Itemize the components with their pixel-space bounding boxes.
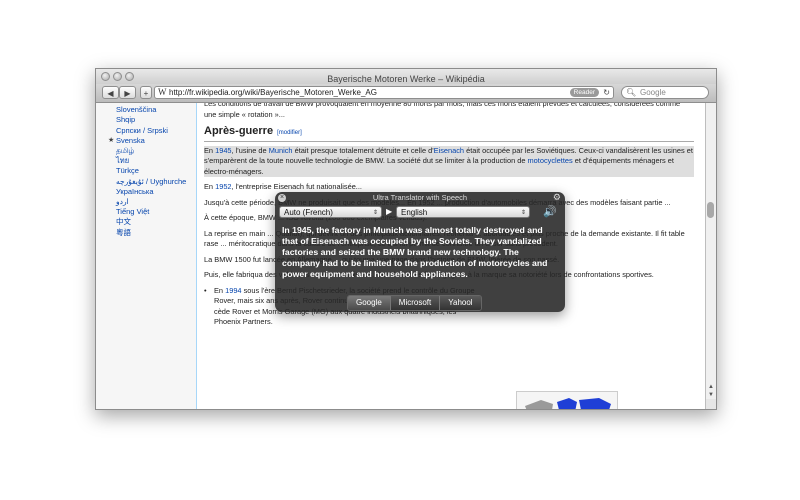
sidebar-language-link[interactable]: Shqip bbox=[116, 115, 186, 125]
back-button[interactable]: ◀ bbox=[102, 86, 119, 99]
link-munich[interactable]: Munich bbox=[269, 146, 293, 155]
link-motocyclettes[interactable]: motocyclettes bbox=[528, 156, 573, 165]
reader-button[interactable]: Reader bbox=[569, 88, 599, 97]
translator-panel: × Ultra Translator with Speech ⚙ Auto (F… bbox=[275, 192, 565, 312]
back-arrow-icon: ◀ bbox=[107, 89, 114, 98]
search-icon: 🔍︎ bbox=[626, 88, 637, 97]
sidebar-language-link[interactable]: ไทย bbox=[116, 156, 186, 166]
world-map-image bbox=[516, 391, 618, 409]
tab-google[interactable]: Google bbox=[348, 296, 391, 310]
paragraph-1952: En 1952, l'entreprise Eisenach fut natio… bbox=[204, 182, 694, 193]
source-language-select[interactable]: Auto (French) ⇕ bbox=[279, 206, 382, 218]
browser-toolbar: ◀ ▶ + W http://fr.wikipedia.org/wiki/Bay… bbox=[96, 84, 716, 103]
sidebar-language-link[interactable]: Српски / Srpski bbox=[116, 126, 186, 136]
map-country-blue bbox=[579, 398, 611, 409]
service-tabs: Google Microsoft Yahool bbox=[347, 295, 482, 311]
forward-button[interactable]: ▶ bbox=[119, 86, 136, 99]
map-country-blue bbox=[557, 398, 577, 409]
sidebar-language-link[interactable]: 中文 bbox=[116, 217, 186, 227]
resize-handle[interactable] bbox=[706, 399, 716, 409]
search-placeholder: Google bbox=[640, 88, 666, 97]
gear-icon[interactable]: ⚙ bbox=[553, 192, 561, 203]
forward-arrow-icon: ▶ bbox=[124, 89, 131, 98]
target-language-select[interactable]: English ⇕ bbox=[396, 206, 530, 218]
tab-yahool[interactable]: Yahool bbox=[440, 296, 481, 310]
vertical-scrollbar[interactable]: ▲ ▼ bbox=[705, 103, 716, 409]
link-1994[interactable]: 1994 bbox=[225, 286, 241, 295]
zoom-window-button[interactable] bbox=[125, 72, 134, 81]
scroll-up-icon[interactable]: ▲ bbox=[707, 383, 715, 391]
paragraph-intro: Les conditions de travail de BMW provoqu… bbox=[204, 103, 681, 119]
sidebar-language-link[interactable]: ئۇيغۇرچە / Uyghurche bbox=[116, 177, 186, 187]
sidebar-language-link[interactable]: Türkçe bbox=[116, 166, 186, 176]
scrollbar-thumb[interactable] bbox=[707, 202, 714, 218]
title-bar[interactable]: Bayerische Motoren Werke – Wikipédia bbox=[96, 69, 716, 84]
select-arrows-icon: ⇕ bbox=[372, 210, 378, 216]
text-run: , l'entreprise Eisenach fut nationalisée… bbox=[231, 182, 362, 191]
text-run: En bbox=[214, 285, 226, 295]
link-eisenach[interactable]: Eisenach bbox=[434, 146, 464, 155]
sidebar-language-link[interactable]: தமிழ் bbox=[116, 146, 186, 156]
address-bar[interactable]: W http://fr.wikipedia.org/wiki/Bayerisch… bbox=[154, 86, 614, 99]
paragraph-1945: En 1945, l'usine de Munich était presque… bbox=[204, 145, 694, 177]
text-run: , l'usine de bbox=[231, 145, 269, 155]
sidebar-language-link[interactable]: 粵語 bbox=[116, 228, 186, 238]
sidebar-language-link[interactable]: اردو bbox=[116, 197, 186, 207]
sidebar-language-link[interactable]: Українська bbox=[116, 187, 186, 197]
language-list: SlovenčinaSlovenščinaShqipСрпски / Srpsk… bbox=[108, 103, 186, 238]
section-heading: Après-guerre [modifier] bbox=[204, 126, 694, 142]
text-run: était presque totalement détruite et cel… bbox=[292, 145, 434, 155]
minimize-window-button[interactable] bbox=[113, 72, 122, 81]
tab-microsoft[interactable]: Microsoft bbox=[390, 296, 441, 310]
text-run: En bbox=[204, 145, 216, 155]
wikipedia-favicon-icon: W bbox=[158, 87, 167, 97]
wiki-sidebar: SlovenčinaSlovenščinaShqipСрпски / Srpsk… bbox=[96, 103, 197, 409]
select-arrows-icon: ⇕ bbox=[520, 210, 526, 216]
add-bookmark-button[interactable]: + bbox=[140, 86, 152, 99]
link-1945[interactable]: 1945 bbox=[215, 146, 231, 155]
window-title: Bayerische Motoren Werke – Wikipédia bbox=[327, 74, 485, 84]
translator-title: Ultra Translator with Speech bbox=[372, 193, 468, 202]
sidebar-language-link[interactable]: Tiếng Việt bbox=[116, 207, 186, 217]
translate-direction-icon: ▶ bbox=[386, 207, 393, 216]
text-run: En bbox=[204, 182, 216, 191]
translation-text: In 1945, the factory in Munich was almos… bbox=[282, 225, 548, 279]
search-field[interactable]: 🔍︎ Google bbox=[621, 86, 709, 99]
sidebar-language-link[interactable]: Svenska bbox=[108, 136, 186, 146]
url-text: http://fr.wikipedia.org/wiki/Bayerische_… bbox=[169, 88, 377, 97]
scroll-down-icon[interactable]: ▼ bbox=[707, 391, 715, 399]
speaker-icon[interactable]: 🔊 bbox=[543, 205, 557, 218]
target-language-value: English bbox=[401, 208, 428, 217]
link-1952[interactable]: 1952 bbox=[215, 182, 231, 191]
section-heading-text: Après-guerre bbox=[204, 125, 274, 137]
edit-section-link[interactable]: [modifier] bbox=[277, 130, 302, 136]
source-language-value: Auto (French) bbox=[284, 208, 333, 217]
close-window-button[interactable] bbox=[101, 72, 110, 81]
sidebar-language-link[interactable]: Slovenščina bbox=[116, 105, 186, 115]
map-landmass bbox=[525, 400, 553, 409]
plus-icon: + bbox=[143, 89, 149, 98]
reload-icon[interactable]: ↻ bbox=[603, 87, 610, 98]
